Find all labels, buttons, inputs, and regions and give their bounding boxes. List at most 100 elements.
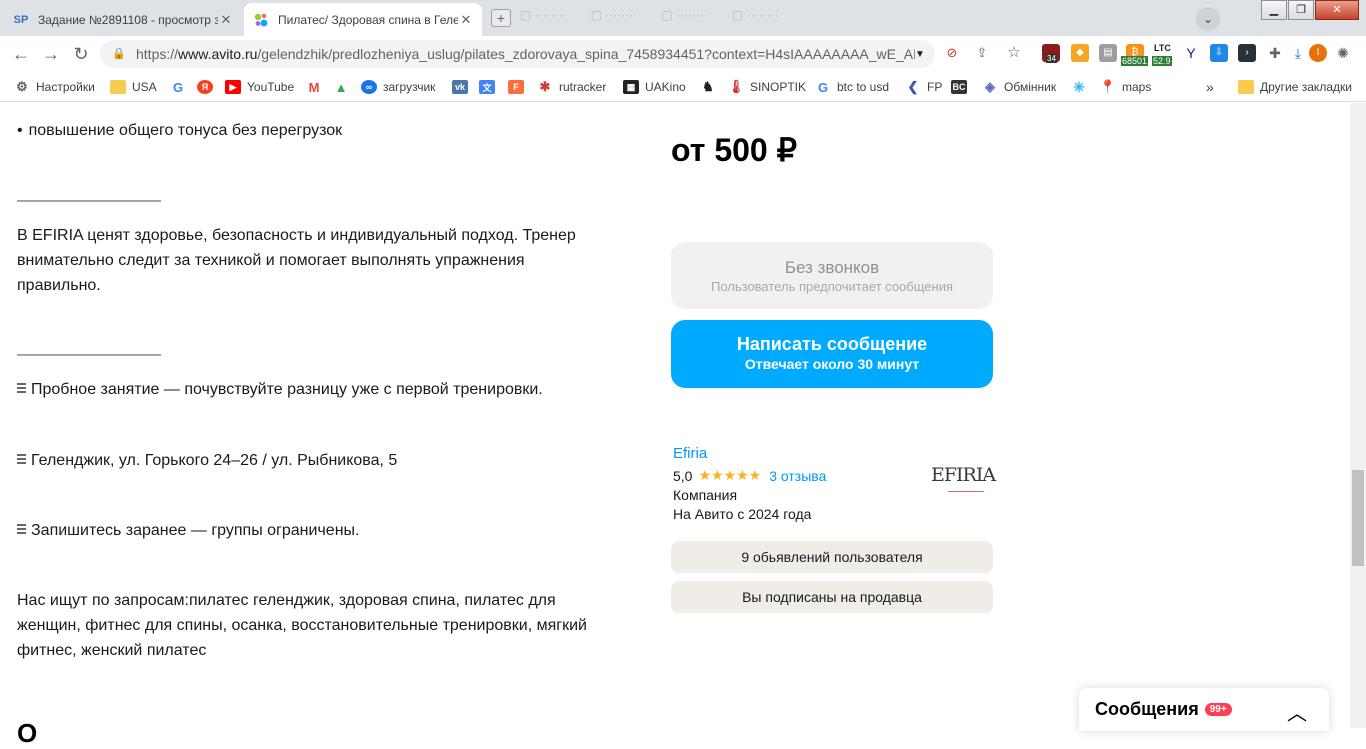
lock-icon: 🔒 <box>112 48 126 60</box>
bookmark-star-icon[interactable]: ☆ <box>1005 44 1023 62</box>
maps-icon: 📍 <box>1099 79 1117 94</box>
bookmark-item[interactable]: M <box>306 78 328 96</box>
seller-ads-button[interactable]: 9 обьявлений пользователя <box>671 541 993 573</box>
no-calls-subtitle: Пользователь предпочитает сообщения <box>710 279 953 294</box>
bookmark-item[interactable]: 📍 maps <box>1100 78 1151 96</box>
write-message-subtitle: Отвечает около 30 минут <box>744 356 920 372</box>
tab-task[interactable]: SP Задание №2891108 - просмотр з ✕ <box>4 3 242 36</box>
bookmark-item[interactable]: ♞ <box>700 78 722 96</box>
write-message-title: Написать сообщение <box>736 334 928 354</box>
desc-line-trial: Пробное занятие — почувствуйте разницу у… <box>17 377 617 402</box>
bc-icon: BC <box>951 80 967 94</box>
f-icon: F <box>508 80 524 94</box>
ghost-tab[interactable]: ▢ ········ <box>520 8 567 28</box>
messenger-widget[interactable]: Сообщения 99+ ︿ <box>1079 688 1329 731</box>
bookmark-item[interactable]: G <box>170 78 192 96</box>
tab-title: Задание №2891108 - просмотр з <box>38 12 218 27</box>
bookmark-item[interactable]: ▲ <box>333 78 355 96</box>
no-calls-button[interactable]: Без звонков Пользователь предпочитает со… <box>671 242 993 309</box>
bookmark-item[interactable]: BC <box>951 78 973 96</box>
extension-briefcase-icon[interactable]: ▤ <box>1099 44 1117 62</box>
extension-shield-icon[interactable]: 34 <box>1042 44 1060 63</box>
extension-download-icon[interactable]: ⇩ <box>1210 44 1228 62</box>
page-scrollbar[interactable] <box>1350 103 1366 728</box>
bookmark-item[interactable]: vk <box>452 78 474 96</box>
reviews-link[interactable]: 3 отзыва <box>769 468 826 484</box>
bookmark-item[interactable]: ◈ Обмінник <box>982 78 1056 96</box>
star-icon: ✳ <box>1073 78 1085 95</box>
bookmark-item[interactable]: ▦ UAKino <box>623 78 686 96</box>
extension-brave-icon[interactable]: ◆ <box>1071 44 1089 62</box>
new-tab-button[interactable]: + <box>491 9 511 27</box>
folder-icon <box>110 80 126 94</box>
vk-icon: vk <box>452 80 468 94</box>
tab-close-icon[interactable]: ✕ <box>218 12 234 28</box>
bookmark-item[interactable]: ▶ YouTube <box>225 78 294 96</box>
bookmark-item[interactable]: Я <box>197 78 219 96</box>
section-heading: О <box>17 718 38 748</box>
list-marker-icon <box>17 524 26 536</box>
tab-close-icon[interactable]: ✕ <box>458 12 474 28</box>
desc-search-keywords: Нас ищут по запросам:пилатес геленджик, … <box>17 592 587 659</box>
maximize-button[interactable]: ❐ <box>1288 0 1314 20</box>
bookmark-item[interactable]: ∞ загрузчик <box>361 78 435 96</box>
seller-name-link[interactable]: Efiria <box>673 445 707 462</box>
extension-terminal-icon[interactable]: › <box>1238 44 1256 62</box>
bookmark-label: SINOPTIK <box>750 80 807 94</box>
other-bookmarks[interactable]: Другие закладки <box>1238 78 1352 96</box>
extension-globe-icon[interactable]: ✺ <box>1334 44 1352 62</box>
url-host: www.avito.ru <box>178 46 258 62</box>
profile-avatar-icon[interactable]: I <box>1309 44 1327 62</box>
url-text[interactable]: https://www.avito.ru/gelendzhik/predlozh… <box>136 46 915 62</box>
bookmark-label: Настройки <box>36 80 95 94</box>
chevron-up-icon[interactable]: ︿ <box>1287 697 1307 726</box>
bookmark-item[interactable]: Gbtc to usd <box>815 78 889 96</box>
bookmark-item[interactable]: 🌡 SINOPTIK <box>728 78 806 96</box>
extensions-puzzle-icon[interactable]: ✚ <box>1266 44 1284 62</box>
uakino-icon: ▦ <box>623 80 639 94</box>
dropdown-icon[interactable]: ▼ <box>915 49 935 60</box>
bookmark-item[interactable]: 文 <box>479 78 501 96</box>
ghost-tab[interactable]: ▢ ········ <box>591 8 638 28</box>
desc-text: Пробное занятие — почувствуйте разницу у… <box>31 381 543 398</box>
bookmark-label: Другие закладки <box>1260 80 1352 94</box>
subscribed-button[interactable]: Вы подписаны на продавца <box>671 581 993 613</box>
folder-icon <box>1238 80 1254 94</box>
list-marker-icon <box>17 383 26 395</box>
extension-v-icon[interactable]: Y <box>1182 44 1200 62</box>
reload-icon[interactable]: ↻ <box>70 44 92 64</box>
bookmark-item[interactable]: USA <box>110 78 157 96</box>
ghost-tab[interactable]: ▢ ········ <box>732 8 779 28</box>
google-icon: G <box>817 79 829 95</box>
more-bookmarks-button[interactable]: » <box>1206 78 1214 96</box>
bookmark-label: maps <box>1122 80 1152 94</box>
window-close-button[interactable]: ✕ <box>1315 0 1359 20</box>
write-message-button[interactable]: Написать сообщение Отвечает около 30 мин… <box>671 320 993 388</box>
minimize-button[interactable]: ▁ <box>1261 0 1287 20</box>
yandex-icon: Я <box>197 80 213 94</box>
bookmark-item[interactable]: ⚙ Настройки <box>14 78 95 96</box>
rutracker-icon: ✱ <box>539 79 551 94</box>
desc-paragraph: В EFIRIA ценят здоровье, безопасность и … <box>17 227 576 294</box>
tab-avito[interactable]: Пилатес/ Здоровая спина в Гелен ✕ <box>244 3 482 36</box>
bookmark-item[interactable]: ❮ FP <box>905 78 943 96</box>
bookmark-label: USA <box>132 80 157 94</box>
bookmark-item[interactable]: ✳ <box>1071 78 1093 96</box>
scrollbar-thumb[interactable] <box>1352 470 1364 566</box>
list-marker-icon <box>17 454 26 466</box>
bookmark-item[interactable]: F <box>508 78 530 96</box>
forward-arrow-icon[interactable]: → <box>40 44 62 64</box>
bookmark-item[interactable]: ✱ rutracker <box>537 78 607 96</box>
bookmark-label: FP <box>927 80 943 94</box>
downloads-icon[interactable]: ⤓ <box>1289 44 1307 62</box>
address-bar[interactable]: 🔒 https://www.avito.ru/gelendzhik/predlo… <box>100 40 935 68</box>
tab-search-chevron-icon[interactable]: ⌄ <box>1196 7 1220 31</box>
ltc-label: LTC <box>1154 43 1171 53</box>
translate-icon: 文 <box>479 80 495 94</box>
back-arrow-icon[interactable]: ← <box>10 44 32 64</box>
google-icon: G <box>172 79 184 95</box>
ghost-tab[interactable]: ▢ ········ <box>661 8 708 28</box>
seller-logo[interactable]: EFIRIA <box>931 446 996 504</box>
block-icon[interactable]: ⊘ <box>943 44 961 62</box>
share-icon[interactable]: ⇪ <box>973 44 991 62</box>
